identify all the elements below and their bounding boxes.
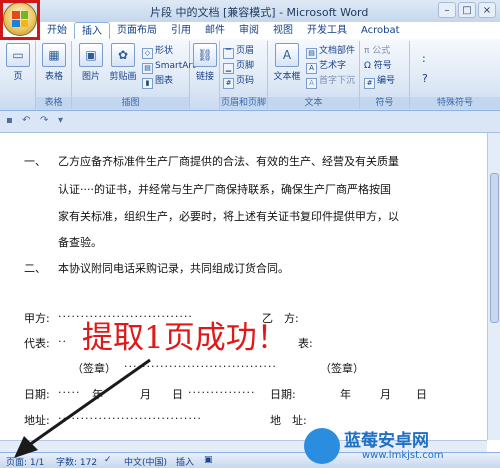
watermark-logo-icon xyxy=(304,428,340,464)
redo-icon[interactable]: ↷ xyxy=(40,115,48,126)
maximize-button[interactable]: □ xyxy=(458,2,476,18)
ribbon: ▭ 页 ▦ 表格 表格 ▣ 图片 ✿ 剪贴画 ◇ 形状 ▤ SmartArt ▮ 图表… xyxy=(0,39,500,111)
close-button[interactable]: × xyxy=(478,2,496,18)
tab-acrobat[interactable]: Acrobat xyxy=(354,22,407,39)
illustrations-group: ▣ 图片 ✿ 剪贴画 ◇ 形状 ▤ SmartArt ▮ 图表 插图 xyxy=(72,41,196,109)
tab-insert[interactable]: 插入 xyxy=(74,22,110,39)
sign-b: （签章） xyxy=(320,362,364,375)
links-group: ⛓ 链接 xyxy=(190,41,220,109)
ribbon-tabs: 开始 插入 页面布局 引用 邮件 审阅 视图 开发工具 Acrobat xyxy=(40,22,407,39)
date-b-label: 日期: xyxy=(270,388,296,401)
page-number-icon: # xyxy=(223,78,234,89)
header-footer-group: ▔ 页眉 ▁ 页脚 # 页码 页眉和页脚 xyxy=(220,41,268,109)
office-button-highlight xyxy=(0,0,40,40)
formula-button[interactable]: π 公式 xyxy=(364,44,390,59)
clipart-button[interactable]: ✿ 剪贴画 xyxy=(106,43,140,82)
footer-icon: ▁ xyxy=(223,63,234,74)
title-bar: 片段 中的文档 [兼容模式] - Microsoft Word – □ × xyxy=(0,0,500,22)
watermark-url: www.lmkjst.com xyxy=(362,450,444,461)
doc-line-4: 备查验。 xyxy=(58,236,102,249)
date-b-year: 年 xyxy=(340,388,351,401)
mini-toolbar: ▪ ↶ ↷ ▾ xyxy=(0,111,500,133)
link-button[interactable]: ⛓ 链接 xyxy=(188,43,222,82)
pages-group: ▭ 页 xyxy=(0,41,36,109)
numbering-button[interactable]: # 编号 xyxy=(364,74,395,89)
vertical-scrollbar[interactable] xyxy=(487,133,500,440)
chart-icon: ▮ xyxy=(142,78,153,89)
rep-b-label: 表: xyxy=(298,337,313,350)
clipart-icon: ✿ xyxy=(111,43,135,67)
dropcap-icon: A xyxy=(306,78,317,89)
shapes-icon: ◇ xyxy=(142,48,153,59)
header-button[interactable]: ▔ 页眉 xyxy=(223,44,254,59)
tables-group: ▦ 表格 表格 xyxy=(36,41,72,109)
tab-home[interactable]: 开始 xyxy=(40,22,74,39)
item-number-1: 一、 xyxy=(24,155,46,168)
tab-review[interactable]: 审阅 xyxy=(232,22,266,39)
customize-icon[interactable]: ▾ xyxy=(58,115,63,126)
special-symbols-group: : ? 特殊符号 xyxy=(410,41,500,109)
page-icon: ▭ xyxy=(6,43,30,67)
footer-button[interactable]: ▁ 页脚 xyxy=(223,59,254,74)
textbox-button[interactable]: A 文本框 xyxy=(270,43,304,82)
annotation-arrow xyxy=(14,358,151,458)
tab-page-layout[interactable]: 页面布局 xyxy=(110,22,164,39)
shapes-button[interactable]: ◇ 形状 xyxy=(142,44,173,59)
special-symbol-colon[interactable]: : xyxy=(422,51,426,66)
tab-references[interactable]: 引用 xyxy=(164,22,198,39)
link-icon: ⛓ xyxy=(193,43,217,67)
doc-line-5: 本协议附同电话采购记录，共同组成订货合同。 xyxy=(58,262,289,275)
picture-button[interactable]: ▣ 图片 xyxy=(74,43,108,82)
smartart-icon: ▤ xyxy=(142,63,153,74)
text-group: A 文本框 ▤ 文档部件 A 艺术字 A 首字下沉 文本 xyxy=(268,41,360,109)
window-controls: – □ × xyxy=(438,2,496,18)
symbols-group: π 公式 Ω 符号 # 编号 符号 xyxy=(360,41,410,109)
window-title: 片段 中的文档 [兼容模式] - Microsoft Word xyxy=(150,6,369,19)
wordart-button[interactable]: A 艺术字 xyxy=(306,59,346,74)
table-icon: ▦ xyxy=(42,43,66,67)
tab-view[interactable]: 视图 xyxy=(266,22,300,39)
addr-b-label: 地 址: xyxy=(270,414,307,427)
chart-button[interactable]: ▮ 图表 xyxy=(142,74,173,89)
dropcap-button[interactable]: A 首字下沉 xyxy=(306,74,355,89)
symbol-button[interactable]: Ω 符号 xyxy=(364,59,392,74)
textbox-icon: A xyxy=(275,43,299,67)
numbering-icon: # xyxy=(364,78,375,89)
site-watermark: 蓝莓安卓网 www.lmkjst.com xyxy=(304,426,494,466)
doc-parts-icon: ▤ xyxy=(306,48,317,59)
picture-icon: ▣ xyxy=(79,43,103,67)
doc-line-3: 家有关标准，组织生产，必要时，将上述有关证书复印件提供甲方，以 xyxy=(58,210,399,223)
minimize-button[interactable]: – xyxy=(438,2,456,18)
date-b-day: 日 xyxy=(416,388,427,401)
macro-icon[interactable]: ▣ xyxy=(204,455,213,465)
scrollbar-thumb[interactable] xyxy=(490,173,499,323)
header-icon: ▔ xyxy=(223,48,234,59)
undo-icon[interactable]: ↶ xyxy=(22,115,30,126)
tab-developer[interactable]: 开发工具 xyxy=(300,22,354,39)
pages-button[interactable]: ▭ 页 xyxy=(1,43,35,82)
table-button[interactable]: ▦ 表格 xyxy=(37,43,71,82)
page-number-button[interactable]: # 页码 xyxy=(223,74,254,89)
watermark-brand: 蓝莓安卓网 xyxy=(344,431,429,451)
doc-parts-button[interactable]: ▤ 文档部件 xyxy=(306,44,355,59)
wordart-icon: A xyxy=(306,63,317,74)
date-b-month: 月 xyxy=(380,388,391,401)
doc-line-1: 乙方应备齐标准件生产厂商提供的合法、有效的生产、经营及有关质量 xyxy=(58,155,399,168)
doc-line-2: 认证····的证书，并经常与生产厂商保持联系，确保生产厂商严格按国 xyxy=(58,183,391,196)
item-number-2: 二、 xyxy=(24,262,46,275)
tab-mailings[interactable]: 邮件 xyxy=(198,22,232,39)
save-icon[interactable]: ▪ xyxy=(6,115,13,126)
special-symbol-question[interactable]: ? xyxy=(422,71,428,86)
